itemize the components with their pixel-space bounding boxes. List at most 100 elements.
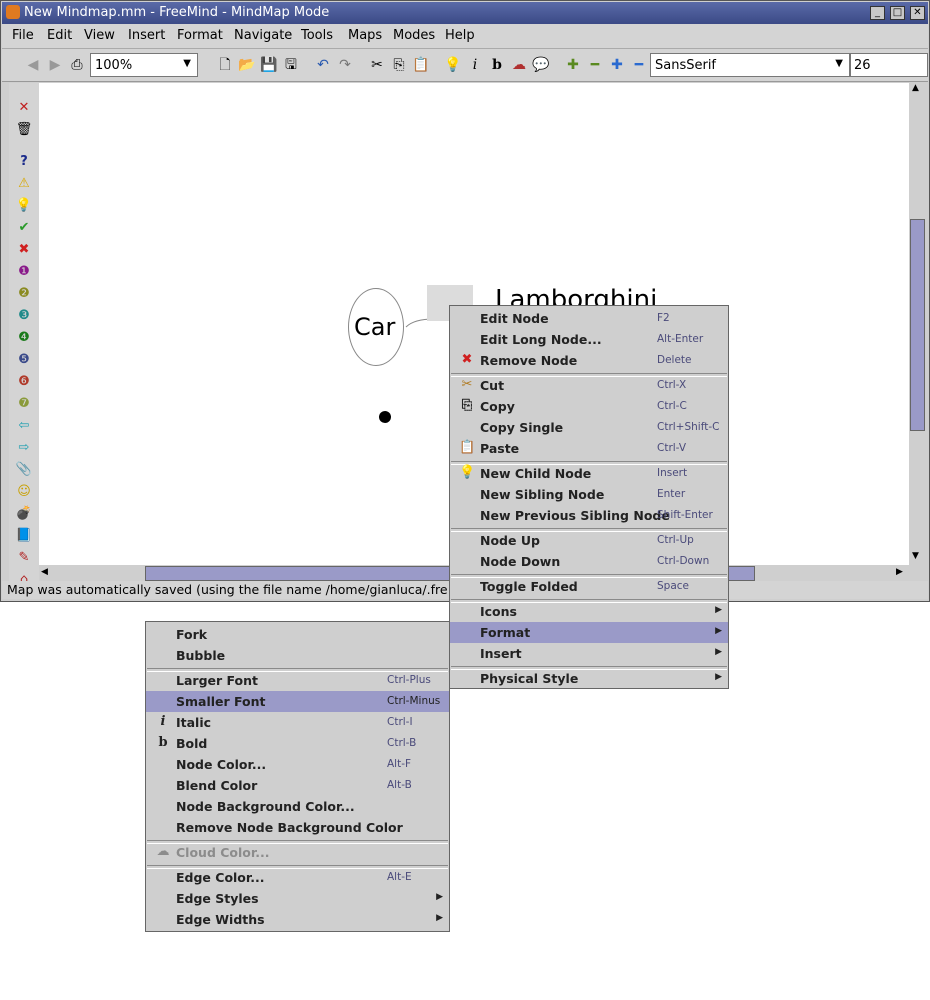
menu-item-paste[interactable]: 📋 Paste Ctrl-V <box>450 438 728 459</box>
menu-edit[interactable]: Edit <box>47 28 72 43</box>
cross-icon[interactable]: ✖ <box>15 241 33 259</box>
menu-item-cut[interactable]: ✂ Cut Ctrl-X <box>450 375 728 396</box>
trash-icon[interactable]: 🗑 <box>15 121 33 139</box>
bold-icon[interactable]: b <box>488 56 506 74</box>
submenu-arrow-icon: ▶ <box>436 913 443 923</box>
idea-icon[interactable]: 💡 <box>15 197 33 215</box>
arrow-right-icon[interactable]: ⇨ <box>15 439 33 457</box>
font-family-select[interactable]: SansSerif ▼ <box>650 53 850 77</box>
menu-item-italic[interactable]: i Italic Ctrl-I <box>146 712 449 733</box>
freemind-logo-icon <box>6 5 20 19</box>
menu-item-larger-font[interactable]: Larger Font Ctrl-Plus <box>146 670 449 691</box>
attachment-icon[interactable]: 📎 <box>15 461 33 479</box>
menu-maps[interactable]: Maps <box>348 28 382 43</box>
menu-item-physical-style[interactable]: Physical Style ▶ <box>450 668 728 689</box>
maximize-icon[interactable]: □ <box>890 6 905 20</box>
menu-item-format[interactable]: Format ▶ <box>450 622 728 643</box>
open-icon[interactable]: 📂 <box>238 56 256 74</box>
menu-modes[interactable]: Modes <box>393 28 435 43</box>
print-icon[interactable]: ⎙ <box>68 56 86 74</box>
menu-item-remove-node[interactable]: ✖ Remove Node Delete <box>450 350 728 371</box>
menu-item-edge-styles[interactable]: Edge Styles ▶ <box>146 888 449 909</box>
scroll-down-icon[interactable]: ▼ <box>912 551 919 561</box>
unfold-icon[interactable]: ━ <box>586 56 604 74</box>
paste-icon[interactable]: 📋 <box>412 56 430 74</box>
cut-icon[interactable]: ✂ <box>368 56 386 74</box>
root-node[interactable]: Car <box>348 288 404 366</box>
priority-5-icon[interactable]: ❺ <box>15 351 33 369</box>
menu-item-node-background-color[interactable]: Node Background Color... <box>146 796 449 817</box>
scroll-thumb[interactable] <box>910 219 925 431</box>
scroll-right-icon[interactable]: ▶ <box>896 567 903 577</box>
pencil-icon[interactable]: ✎ <box>15 549 33 567</box>
scroll-left-icon[interactable]: ◀ <box>41 567 48 577</box>
menu-item-bold[interactable]: b Bold Ctrl-B <box>146 733 449 754</box>
menu-item-insert[interactable]: Insert ▶ <box>450 643 728 664</box>
menu-item-node-color[interactable]: Node Color... Alt-F <box>146 754 449 775</box>
book-icon[interactable]: 📘 <box>15 527 33 545</box>
menu-tools[interactable]: Tools <box>301 28 333 43</box>
menu-item-blend-color[interactable]: Blend Color Alt-B <box>146 775 449 796</box>
menu-item-edit-node[interactable]: Edit Node F2 <box>450 308 728 329</box>
new-map-icon[interactable]: 🗋 <box>216 56 234 74</box>
zoom-select[interactable]: 100% ▼ <box>90 53 198 77</box>
submenu-arrow-icon: ▶ <box>715 672 722 682</box>
menu-item-edit-long-node[interactable]: Edit Long Node... Alt-Enter <box>450 329 728 350</box>
menu-insert[interactable]: Insert <box>128 28 165 43</box>
arrow-left-icon[interactable]: ⇦ <box>15 417 33 435</box>
smiley-icon[interactable]: ☺ <box>15 483 33 501</box>
font-size-input[interactable]: 26 <box>850 53 928 77</box>
fold-icon[interactable]: ✚ <box>564 56 582 74</box>
redo-icon[interactable]: ↷ <box>336 56 354 74</box>
menu-item-toggle-folded[interactable]: Toggle Folded Space <box>450 576 728 597</box>
menu-item-new-previous-sibling-node[interactable]: New Previous Sibling Node Shift-Enter <box>450 505 728 526</box>
menu-item-smaller-font[interactable]: Smaller Font Ctrl-Minus <box>146 691 449 712</box>
priority-3-icon[interactable]: ❸ <box>15 307 33 325</box>
priority-4-icon[interactable]: ❹ <box>15 329 33 347</box>
warning-icon[interactable]: ⚠ <box>15 175 33 193</box>
priority-6-icon[interactable]: ❻ <box>15 373 33 391</box>
menu-item-edge-color[interactable]: Edge Color... Alt-E <box>146 867 449 888</box>
zoom-in-icon[interactable]: ✚ <box>608 56 626 74</box>
menu-format[interactable]: Format <box>177 28 223 43</box>
menu-file[interactable]: File <box>12 28 34 43</box>
save-icon[interactable]: 💾 <box>260 56 278 74</box>
menu-item-icons[interactable]: Icons ▶ <box>450 601 728 622</box>
menu-help[interactable]: Help <box>445 28 475 43</box>
scroll-up-icon[interactable]: ▲ <box>912 83 919 93</box>
zoom-out-icon[interactable]: ━ <box>630 56 648 74</box>
menu-item-fork[interactable]: Fork <box>146 624 449 645</box>
vertical-scrollbar[interactable]: ▲ ▼ <box>909 83 925 565</box>
menu-item-new-sibling-node[interactable]: New Sibling Node Enter <box>450 484 728 505</box>
menu-item-copy-single[interactable]: Copy Single Ctrl+Shift-C <box>450 417 728 438</box>
menu-item-bubble[interactable]: Bubble <box>146 645 449 666</box>
save-as-icon[interactable]: 🖫 <box>282 56 300 74</box>
remove-last-icon[interactable]: ✕ <box>15 99 33 117</box>
folding-dot[interactable] <box>379 411 391 423</box>
checkmark-icon[interactable]: ✔ <box>15 219 33 237</box>
title-bar: New Mindmap.mm - FreeMind - MindMap Mode… <box>2 2 928 24</box>
menu-item-copy[interactable]: ⎘ Copy Ctrl-C <box>450 396 728 417</box>
back-icon[interactable]: ◀ <box>24 56 42 74</box>
menu-item-edge-widths[interactable]: Edge Widths ▶ <box>146 909 449 930</box>
bomb-icon[interactable]: 💣 <box>15 505 33 523</box>
question-icon[interactable]: ? <box>15 153 33 171</box>
menu-item-new-child-node[interactable]: 💡 New Child Node Insert <box>450 463 728 484</box>
priority-2-icon[interactable]: ❷ <box>15 285 33 303</box>
note-icon[interactable]: 💬 <box>532 56 550 74</box>
minimize-icon[interactable]: _ <box>870 6 885 20</box>
undo-icon[interactable]: ↶ <box>314 56 332 74</box>
menu-item-node-down[interactable]: Node Down Ctrl-Down <box>450 551 728 572</box>
menu-item-remove-node-background-color[interactable]: Remove Node Background Color <box>146 817 449 838</box>
priority-1-icon[interactable]: ❶ <box>15 263 33 281</box>
bulb-icon[interactable]: 💡 <box>444 56 462 74</box>
menu-view[interactable]: View <box>84 28 115 43</box>
menu-item-node-up[interactable]: Node Up Ctrl-Up <box>450 530 728 551</box>
close-icon[interactable]: ✕ <box>910 6 925 20</box>
cloud-icon[interactable]: ☁ <box>510 56 528 74</box>
italic-icon[interactable]: i <box>466 56 484 74</box>
menu-navigate[interactable]: Navigate <box>234 28 292 43</box>
copy-icon[interactable]: ⎘ <box>390 56 408 74</box>
priority-7-icon[interactable]: ❼ <box>15 395 33 413</box>
forward-icon[interactable]: ▶ <box>46 56 64 74</box>
